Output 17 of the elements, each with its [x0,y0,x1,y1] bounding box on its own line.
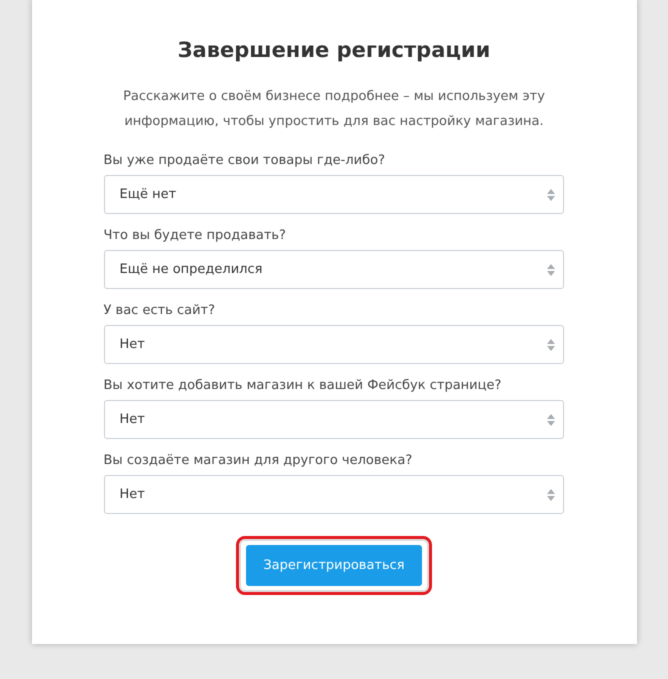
question-label: Вы уже продаёте свои товары где-либо? [104,153,386,168]
sort-arrows-icon [546,338,554,350]
select-field[interactable]: Нет [104,475,564,514]
page-title: Завершение регистрации [176,38,492,62]
sort-arrows-icon [546,488,554,500]
sort-arrows-icon [546,264,554,276]
select-field[interactable]: Нет [104,400,564,439]
question-label: У вас есть сайт? [104,303,216,318]
select-field[interactable]: Нет [104,325,564,364]
description-text: Расскажите о своём бизнесе подробнее – мы используем эту информацию, чтобы упростить для вас настройку магазина. [122,88,546,131]
select-field[interactable]: Ещё нет [104,175,564,214]
question-label: Вы хотите добавить магазин к вашей Фейсбук странице? [104,378,502,393]
question-label: Вы создаёте магазин для другого человека? [104,453,414,468]
question-label: Что вы будете продавать? [104,228,287,243]
select-field[interactable]: Ещё не определился [104,250,564,289]
sort-arrows-icon [546,188,554,200]
sort-arrows-icon [546,414,554,426]
